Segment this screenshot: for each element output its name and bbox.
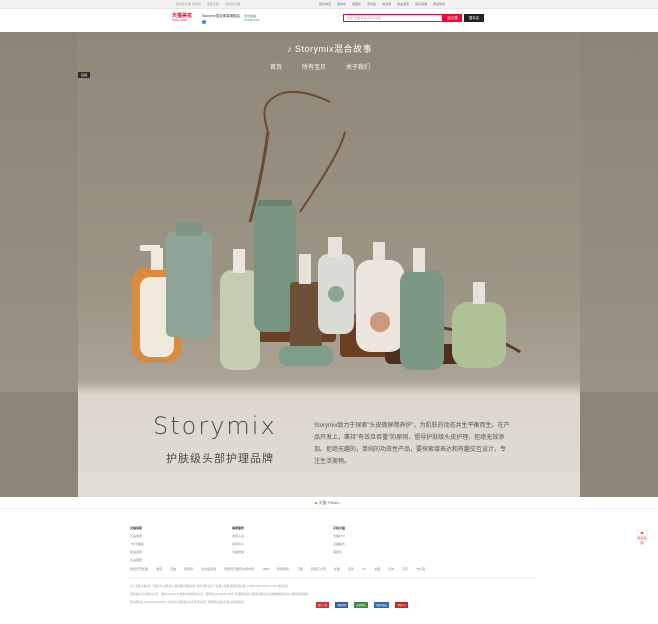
footer-legal-line: 增值电信业务经营许可证：浙B2-20110446 网络文化经营许可证：浙网文[2… (130, 593, 309, 596)
topbar-link-mobile[interactable]: 手机版 (367, 2, 376, 6)
topbar-left: 欢迎来天猫 请登录 免费注册 手机逛天猫 (176, 2, 240, 6)
music-note-icon: ♪ (287, 44, 292, 54)
footer-logo-strip: ■ 天猫 TMALL (0, 497, 658, 509)
footer-legal-line: 关于天猫 帮助中心 开放平台 诚聘英才 联系我们 网站合作 法律声明 知识产权 … (130, 585, 289, 588)
topbar-link-cart[interactable]: 购物车 (337, 2, 346, 6)
topbar-link-sitemap[interactable]: 网站导航 (433, 2, 445, 6)
store-nav: 首页 所有宝贝 关于我们 (270, 62, 370, 71)
brand-logo[interactable]: ♪ Storymix混合故事 (287, 42, 372, 55)
verified-badge-icon (202, 20, 206, 24)
footer-link[interactable]: 天猫超市 (333, 540, 345, 548)
search-tmall-button[interactable]: 搜天猫 (443, 14, 462, 22)
site-footer: 天猫保障 正品保障 7天无理由 极速退款 正品保障 商家服务 商家入驻 商家中心… (0, 510, 658, 624)
badge-icon[interactable]: 举报中心 (395, 602, 409, 608)
store-tag-label: 店铺 (78, 72, 91, 78)
partner-link[interactable]: 高德 (348, 567, 354, 571)
nav-home[interactable]: 首页 (270, 62, 282, 71)
badge-icon[interactable]: 诚信网站 (354, 602, 368, 608)
partner-link[interactable]: UC (362, 567, 366, 571)
hero-description: Storymix致力于探索"头皮微屏障养护"，为肌肤的动态共生平衡而生。在产品开… (314, 423, 510, 465)
badge-icon[interactable]: 消费者维权 (373, 602, 390, 608)
badge-icon[interactable]: 浙江工商 (316, 602, 330, 608)
store-name[interactable]: Storymix混合故事旗舰店 (202, 14, 240, 19)
partner-link[interactable]: 虾米 (388, 567, 394, 571)
footer-link[interactable]: 喵鲜生 (333, 548, 345, 556)
leaf-icon: ■ (315, 500, 318, 505)
login-link[interactable]: 欢迎来天猫 请登录 (176, 2, 201, 6)
partner-link[interactable]: 1688 (262, 567, 269, 571)
strip-logo-sub: TMALL (327, 500, 341, 505)
customer-service-float-button[interactable]: ☎ 联系客服 (636, 530, 648, 545)
partner-link[interactable]: 淘宝 (156, 567, 162, 571)
footer-link[interactable]: 7天无理由 (130, 540, 144, 548)
partner-link[interactable]: 天猫 (170, 567, 176, 571)
footer-link[interactable]: 极速退款 (130, 548, 144, 556)
tmall-footer-logo[interactable]: ■ 天猫 TMALL (315, 500, 341, 506)
site-topbar: 欢迎来天猫 请登录 免费注册 手机逛天猫 我的淘宝 购物车 收藏夹 手机版 淘宝… (0, 0, 658, 9)
partner-link[interactable]: 阿里巴巴国际交易市场 (224, 567, 254, 571)
footer-col-heading: 商家服务 (232, 526, 245, 530)
footer-col-merchant: 商家服务 商家入驻 商家中心 天猫智库 (232, 524, 244, 556)
partner-link[interactable]: 支付宝 (416, 567, 425, 571)
badge-icon[interactable]: 网络警察 (335, 602, 349, 608)
footer-link[interactable]: 商家入驻 (232, 532, 244, 540)
footer-divider (130, 577, 535, 578)
hero-banner: ♪ Storymix混合故事 首页 所有宝贝 关于我们 店铺 Storymix … (0, 32, 658, 497)
footer-col-guarantee: 天猫保障 正品保障 7天无理由 极速退款 正品保障 (130, 524, 144, 564)
footer-partner-links: 阿里巴巴集团 淘宝 天猫 聚划算 全球速卖通 阿里巴巴国际交易市场 1688 阿… (130, 567, 425, 571)
topbar-link-favorites[interactable]: 收藏夹 (352, 2, 361, 6)
footer-link[interactable]: 正品保障 (130, 532, 144, 540)
partner-link[interactable]: 优酷 (334, 567, 340, 571)
footer-legal-line: 浙公网安备 33010002000120号 营业执照 增值电信业务经营许可证 互… (130, 601, 244, 604)
partner-link[interactable]: 阿里妈妈 (277, 567, 289, 571)
partner-link[interactable]: 全球速卖通 (201, 567, 216, 571)
nav-all-products[interactable]: 所有宝贝 (302, 62, 326, 71)
footer-col-heading: 手机天猫 (333, 526, 346, 530)
partner-link[interactable]: 聚划算 (184, 567, 193, 571)
partner-link[interactable]: 友盟 (374, 567, 380, 571)
search-input[interactable]: 搜索 天猫 商品/品牌/店铺 (343, 14, 443, 22)
hero-title: Storymix (153, 412, 277, 440)
product-illustration[interactable] (0, 32, 658, 392)
topbar-link-service[interactable]: 联系客服 (415, 2, 427, 6)
mobile-link[interactable]: 手机逛天猫 (225, 2, 240, 6)
hero-subtitle: 护肤级头部护理品牌 (166, 453, 274, 465)
footer-link[interactable]: 正品保障 (130, 556, 144, 564)
search-store-button[interactable]: 搜本店 (464, 14, 484, 22)
topbar-link-taobao[interactable]: 淘宝网 (382, 2, 391, 6)
brand-logo-text: Storymix混合故事 (295, 44, 373, 54)
topbar-link-seller[interactable]: 我是卖家 (397, 2, 409, 6)
footer-col-mobile: 手机天猫 天猫APP 天猫超市 喵鲜生 (333, 524, 345, 556)
customer-service-label: 联系客服 (637, 536, 647, 545)
store-header: 天猫美妆 TMALL.COM Storymix混合故事旗舰店 混合故事 STOR… (0, 9, 658, 30)
tmall-beauty-logo[interactable]: 天猫美妆 TMALL.COM (172, 13, 196, 26)
footer-col-heading: 天猫保障 (130, 526, 143, 530)
footer-link[interactable]: 天猫APP (333, 532, 345, 540)
partner-link[interactable]: 阿里云计算 (311, 567, 326, 571)
topbar-link-my-taobao[interactable]: 我的淘宝 (319, 2, 331, 6)
logo-subtext: TMALL.COM (172, 19, 187, 22)
footer-badges: 浙江工商 网络警察 诚信网站 消费者维权 举报中心 (316, 602, 409, 608)
partner-link[interactable]: 钉钉 (402, 567, 408, 571)
footer-link[interactable]: 商家中心 (232, 540, 244, 548)
topbar-right: 我的淘宝 购物车 收藏夹 手机版 淘宝网 我是卖家 联系客服 网站导航 (319, 2, 445, 6)
strip-logo-text: 天猫 (318, 500, 327, 505)
nav-about-us[interactable]: 关于我们 (346, 62, 370, 71)
store-tagline: 混合故事 STORYMIX (244, 14, 260, 22)
partner-link[interactable]: 飞猪 (297, 567, 303, 571)
partner-link[interactable]: 阿里巴巴集团 (130, 567, 148, 571)
register-link[interactable]: 免费注册 (207, 2, 219, 6)
footer-link[interactable]: 天猫智库 (232, 548, 244, 556)
